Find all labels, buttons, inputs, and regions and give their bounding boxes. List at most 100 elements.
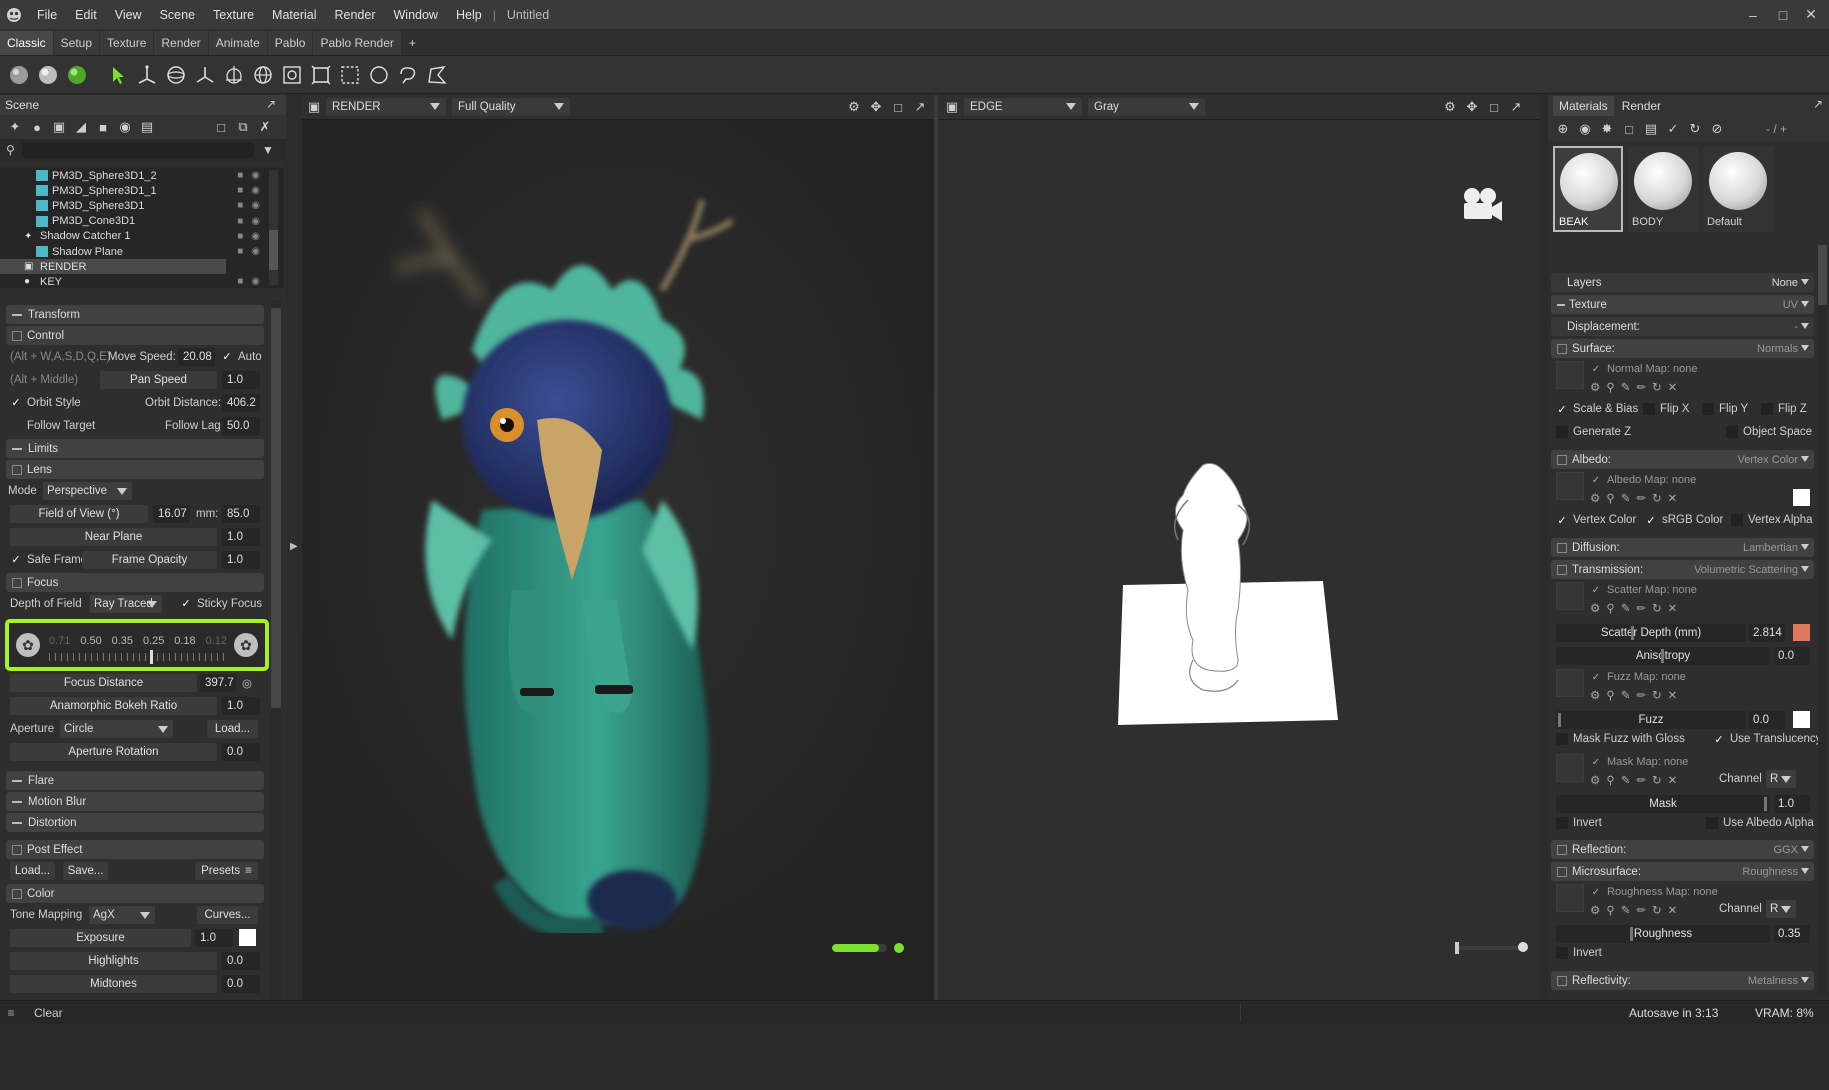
maximize-icon[interactable]: □: [1768, 0, 1798, 29]
lock-icon[interactable]: ■: [237, 185, 243, 196]
search-icon[interactable]: ⚲: [1606, 601, 1614, 615]
search-icon[interactable]: ⚲: [1606, 491, 1614, 505]
gear-icon[interactable]: ⚙: [1590, 773, 1600, 787]
add-group-icon[interactable]: ◢: [72, 118, 90, 136]
trash-icon[interactable]: ▤: [1642, 120, 1660, 138]
edge-viewport[interactable]: ▣ EDGE Gray ⚙ ✥ □ ↗: [938, 95, 1540, 1000]
fov-slider[interactable]: Field of View (°): [10, 504, 148, 523]
material-swatch[interactable]: BEAK: [1553, 146, 1623, 232]
material-swatch[interactable]: BODY: [1628, 146, 1698, 232]
scale-icon[interactable]: [190, 60, 219, 90]
gear-icon[interactable]: ⚙: [1590, 903, 1600, 917]
roughness-slider[interactable]: Roughness: [1556, 925, 1770, 943]
popout-icon[interactable]: ↗: [266, 97, 276, 111]
normal-map-thumbnail[interactable]: [1556, 361, 1584, 389]
tree-scrollbar[interactable]: [269, 170, 278, 285]
menu-view[interactable]: View: [106, 8, 151, 22]
lock-icon[interactable]: ■: [237, 170, 243, 181]
auto-checkbox[interactable]: ✓: [221, 351, 233, 363]
refresh-icon[interactable]: ↻: [1652, 380, 1662, 394]
add-camera-icon[interactable]: ▣: [50, 118, 68, 136]
lock-icon[interactable]: ■: [237, 276, 243, 287]
material-swatch[interactable]: Default: [1703, 146, 1773, 232]
lock-icon[interactable]: ■: [237, 231, 243, 242]
rotate-icon[interactable]: [161, 60, 190, 90]
section-distortion[interactable]: Distortion: [6, 813, 264, 832]
focus-distance-slider[interactable]: Focus Distance: [10, 673, 197, 692]
popout-icon[interactable]: ↗: [912, 99, 928, 115]
post-save-button[interactable]: Save...: [63, 861, 108, 880]
albedo-color-swatch[interactable]: [1793, 489, 1810, 506]
move-view-icon[interactable]: ✥: [868, 99, 884, 115]
gear-icon[interactable]: ⚙: [1590, 380, 1600, 394]
refresh-icon[interactable]: ↻: [1652, 773, 1662, 787]
select-arrow-icon[interactable]: [103, 60, 132, 90]
pencil-icon[interactable]: ✏: [1636, 688, 1646, 702]
gear-icon[interactable]: ⚙: [1442, 99, 1458, 115]
viewport-mode-dropdown[interactable]: EDGE: [964, 98, 1082, 116]
menu-help[interactable]: Help: [447, 8, 491, 22]
popout-icon[interactable]: ↗: [1508, 99, 1524, 115]
refresh-icon[interactable]: ↻: [1652, 688, 1662, 702]
paint-icon[interactable]: ✎: [1621, 903, 1631, 917]
pan-speed-field[interactable]: 1.0: [222, 370, 260, 389]
rect-select-icon[interactable]: [335, 60, 364, 90]
search-icon[interactable]: ⚲: [1606, 380, 1614, 394]
paint-icon[interactable]: ✎: [1621, 601, 1631, 615]
close-icon[interactable]: ✕: [1668, 903, 1678, 917]
search-icon[interactable]: ⚲: [1606, 688, 1614, 702]
flip-y-checkbox[interactable]: Flip Y: [1702, 403, 1748, 415]
aperture-load-button[interactable]: Load...: [207, 719, 258, 738]
aperture-rotation-field[interactable]: 0.0: [222, 742, 260, 761]
pencil-icon[interactable]: ✏: [1636, 773, 1646, 787]
displacement-row[interactable]: Displacement: -: [1551, 317, 1814, 336]
minimize-icon[interactable]: –: [1738, 0, 1768, 29]
highlights-field[interactable]: 0.0: [222, 951, 260, 970]
section-flare[interactable]: Flare: [6, 771, 264, 790]
tree-item[interactable]: PM3D_Cone3D1 ■ ◉: [0, 214, 284, 229]
orbit-distance-field[interactable]: 406.2: [222, 393, 260, 412]
scatter-color-swatch[interactable]: [1793, 624, 1810, 641]
roughness-field[interactable]: 0.35: [1774, 925, 1810, 943]
sphere-green-icon[interactable]: [62, 60, 91, 90]
viewport-collapse-left[interactable]: ▶: [286, 95, 302, 1000]
gear-icon[interactable]: ⚙: [846, 99, 862, 115]
menu-window[interactable]: Window: [385, 8, 447, 22]
anamorphic-field[interactable]: 1.0: [222, 696, 260, 715]
section-control[interactable]: Control: [6, 326, 264, 345]
section-transmission[interactable]: Transmission: Volumetric Scattering: [1551, 560, 1814, 579]
anisotropy-field[interactable]: 0.0: [1774, 647, 1810, 665]
fuzz-slider[interactable]: Fuzz: [1556, 711, 1746, 729]
folder-icon[interactable]: □: [1620, 120, 1638, 138]
fuzz-field[interactable]: 0.0: [1749, 711, 1785, 729]
paint-icon[interactable]: ✎: [1621, 688, 1631, 702]
pencil-icon[interactable]: ✏: [1636, 903, 1646, 917]
eye-icon[interactable]: ◉: [251, 185, 260, 196]
scale-bias-checkbox[interactable]: ✓ Scale & Bias: [1556, 403, 1638, 416]
mask-slider[interactable]: Mask: [1556, 795, 1770, 813]
add-material-icon[interactable]: ◉: [116, 118, 134, 136]
add-object-icon[interactable]: ✦: [6, 118, 24, 136]
section-reflection[interactable]: Reflection: GGX: [1551, 840, 1814, 859]
section-post-effect[interactable]: Post Effect: [6, 840, 264, 859]
scatter-depth-field[interactable]: 2.814: [1749, 624, 1785, 642]
refresh-icon[interactable]: ↻: [1686, 120, 1704, 138]
paint-icon[interactable]: ✎: [1621, 380, 1631, 394]
eye-icon[interactable]: ◉: [251, 246, 260, 257]
tab-materials[interactable]: Materials: [1553, 96, 1614, 116]
translate-icon[interactable]: [132, 60, 161, 90]
circle-select-icon[interactable]: [364, 60, 393, 90]
section-limits[interactable]: Limits: [6, 439, 264, 458]
tab-animate[interactable]: Animate: [208, 31, 267, 55]
tab-pablo-render[interactable]: Pablo Render: [313, 31, 401, 55]
tab-render[interactable]: Render: [154, 31, 208, 55]
add-light-icon[interactable]: ●: [28, 118, 46, 136]
render-quality-dropdown[interactable]: Full Quality: [452, 98, 570, 116]
universal-gizmo-icon[interactable]: [219, 60, 248, 90]
search-input[interactable]: [22, 142, 254, 158]
tree-item[interactable]: Shadow Plane ■ ◉: [0, 244, 284, 259]
use-translucency-checkbox[interactable]: ✓ Use Translucency: [1713, 733, 1821, 746]
aperture-rotation-slider[interactable]: Aperture Rotation: [10, 742, 217, 761]
fuzz-map-thumbnail[interactable]: [1556, 669, 1584, 697]
refresh-icon[interactable]: ↻: [1652, 491, 1662, 505]
